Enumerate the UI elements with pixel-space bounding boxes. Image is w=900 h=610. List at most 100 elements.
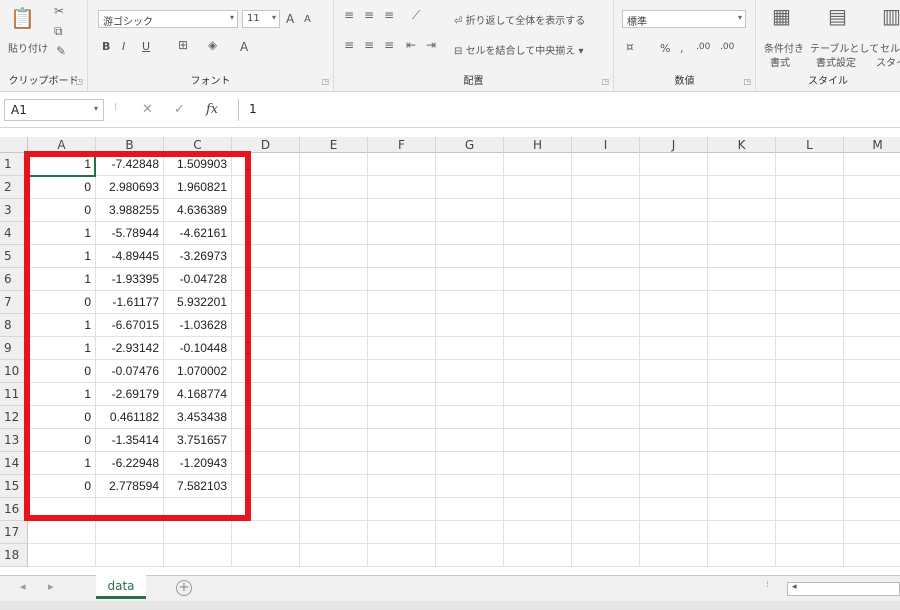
cell-m13[interactable]	[844, 429, 900, 452]
cell-c12[interactable]: 3.453438	[164, 406, 232, 429]
cell-d2[interactable]	[232, 176, 300, 199]
cell-g15[interactable]	[436, 475, 504, 498]
align-top-icon[interactable]: ≡	[344, 8, 354, 22]
cell-k13[interactable]	[708, 429, 776, 452]
cell-k11[interactable]	[708, 383, 776, 406]
row-header-5[interactable]: 5	[0, 245, 28, 268]
font-color-button[interactable]: A	[240, 40, 248, 54]
cell-b8[interactable]: -6.67015	[96, 314, 164, 337]
column-header-c[interactable]: C	[164, 137, 232, 153]
cell-d11[interactable]	[232, 383, 300, 406]
font-name-select[interactable]: 游ゴシック ▾	[98, 10, 238, 28]
cell-d14[interactable]	[232, 452, 300, 475]
cell-i10[interactable]	[572, 360, 640, 383]
cell-g2[interactable]	[436, 176, 504, 199]
cell-k4[interactable]	[708, 222, 776, 245]
cell-f7[interactable]	[368, 291, 436, 314]
cell-c16[interactable]	[164, 498, 232, 521]
cell-i12[interactable]	[572, 406, 640, 429]
row-header-16[interactable]: 16	[0, 498, 28, 521]
cell-l8[interactable]	[776, 314, 844, 337]
border-icon[interactable]: ⊞	[178, 38, 188, 52]
cell-a1[interactable]: 1	[28, 153, 96, 176]
name-box[interactable]: A1 ▾	[4, 99, 104, 121]
cell-c14[interactable]: -1.20943	[164, 452, 232, 475]
cell-h17[interactable]	[504, 521, 572, 544]
font-size-select[interactable]: 11 ▾	[242, 10, 280, 28]
cell-a18[interactable]	[28, 544, 96, 567]
cell-a3[interactable]: 0	[28, 199, 96, 222]
row-header-2[interactable]: 2	[0, 176, 28, 199]
cell-f11[interactable]	[368, 383, 436, 406]
cell-c2[interactable]: 1.960821	[164, 176, 232, 199]
cell-k2[interactable]	[708, 176, 776, 199]
decrease-decimal-button[interactable]: .00	[720, 42, 734, 52]
row-header-18[interactable]: 18	[0, 544, 28, 567]
cell-b7[interactable]: -1.61177	[96, 291, 164, 314]
cell-d13[interactable]	[232, 429, 300, 452]
cell-h8[interactable]	[504, 314, 572, 337]
next-sheet-icon[interactable]: ▸	[48, 580, 54, 593]
cell-m9[interactable]	[844, 337, 900, 360]
cell-j16[interactable]	[640, 498, 708, 521]
cell-l14[interactable]	[776, 452, 844, 475]
tab-splitter-icon[interactable]: ⁝	[766, 580, 769, 590]
cell-f17[interactable]	[368, 521, 436, 544]
cell-b17[interactable]	[96, 521, 164, 544]
cell-l3[interactable]	[776, 199, 844, 222]
column-header-j[interactable]: J	[640, 137, 708, 153]
row-header-15[interactable]: 15	[0, 475, 28, 498]
cell-f16[interactable]	[368, 498, 436, 521]
currency-icon[interactable]: ¤	[626, 40, 634, 54]
decrease-indent-icon[interactable]: ⇤	[406, 38, 416, 52]
cell-d8[interactable]	[232, 314, 300, 337]
cell-e3[interactable]	[300, 199, 368, 222]
cell-l17[interactable]	[776, 521, 844, 544]
conditional-format-button[interactable]: 条件付き	[764, 40, 804, 55]
cell-m4[interactable]	[844, 222, 900, 245]
cell-l2[interactable]	[776, 176, 844, 199]
cell-g8[interactable]	[436, 314, 504, 337]
font-launcher-icon[interactable]: ◳	[321, 77, 329, 86]
row-header-7[interactable]: 7	[0, 291, 28, 314]
cell-l11[interactable]	[776, 383, 844, 406]
cell-c17[interactable]	[164, 521, 232, 544]
cell-d16[interactable]	[232, 498, 300, 521]
cell-e8[interactable]	[300, 314, 368, 337]
row-header-9[interactable]: 9	[0, 337, 28, 360]
cell-l5[interactable]	[776, 245, 844, 268]
cell-m12[interactable]	[844, 406, 900, 429]
conditional-format-button-line2[interactable]: 書式	[770, 54, 790, 69]
cell-i3[interactable]	[572, 199, 640, 222]
column-header-h[interactable]: H	[504, 137, 572, 153]
format-as-table-button[interactable]: テーブルとして	[810, 40, 879, 55]
cell-m10[interactable]	[844, 360, 900, 383]
cell-l6[interactable]	[776, 268, 844, 291]
column-header-g[interactable]: G	[436, 137, 504, 153]
cell-i7[interactable]	[572, 291, 640, 314]
merge-center-button[interactable]: ⊟ セルを結合して中央揃え ▾	[454, 42, 583, 57]
cell-h3[interactable]	[504, 199, 572, 222]
cell-d3[interactable]	[232, 199, 300, 222]
cell-a9[interactable]: 1	[28, 337, 96, 360]
clipboard-launcher-icon[interactable]: ◳	[75, 77, 83, 86]
cell-e6[interactable]	[300, 268, 368, 291]
align-middle-icon[interactable]: ≡	[364, 8, 374, 22]
column-header-f[interactable]: F	[368, 137, 436, 153]
cell-d12[interactable]	[232, 406, 300, 429]
cut-icon[interactable]: ✂	[54, 4, 64, 18]
cell-j18[interactable]	[640, 544, 708, 567]
cell-g4[interactable]	[436, 222, 504, 245]
number-launcher-icon[interactable]: ◳	[743, 77, 751, 86]
worksheet-grid[interactable]: A B C D E F G H I J K L M 1 1 -7.42848 1.509903 2 0 2.98069…	[0, 137, 900, 575]
cell-c1[interactable]: 1.509903	[164, 153, 232, 176]
cell-styles-icon[interactable]: ▥	[882, 4, 900, 28]
cell-j9[interactable]	[640, 337, 708, 360]
cell-k12[interactable]	[708, 406, 776, 429]
cell-c6[interactable]: -0.04728	[164, 268, 232, 291]
cell-c18[interactable]	[164, 544, 232, 567]
cancel-icon[interactable]: ✕	[142, 102, 153, 117]
cell-g7[interactable]	[436, 291, 504, 314]
cell-h4[interactable]	[504, 222, 572, 245]
cell-a6[interactable]: 1	[28, 268, 96, 291]
